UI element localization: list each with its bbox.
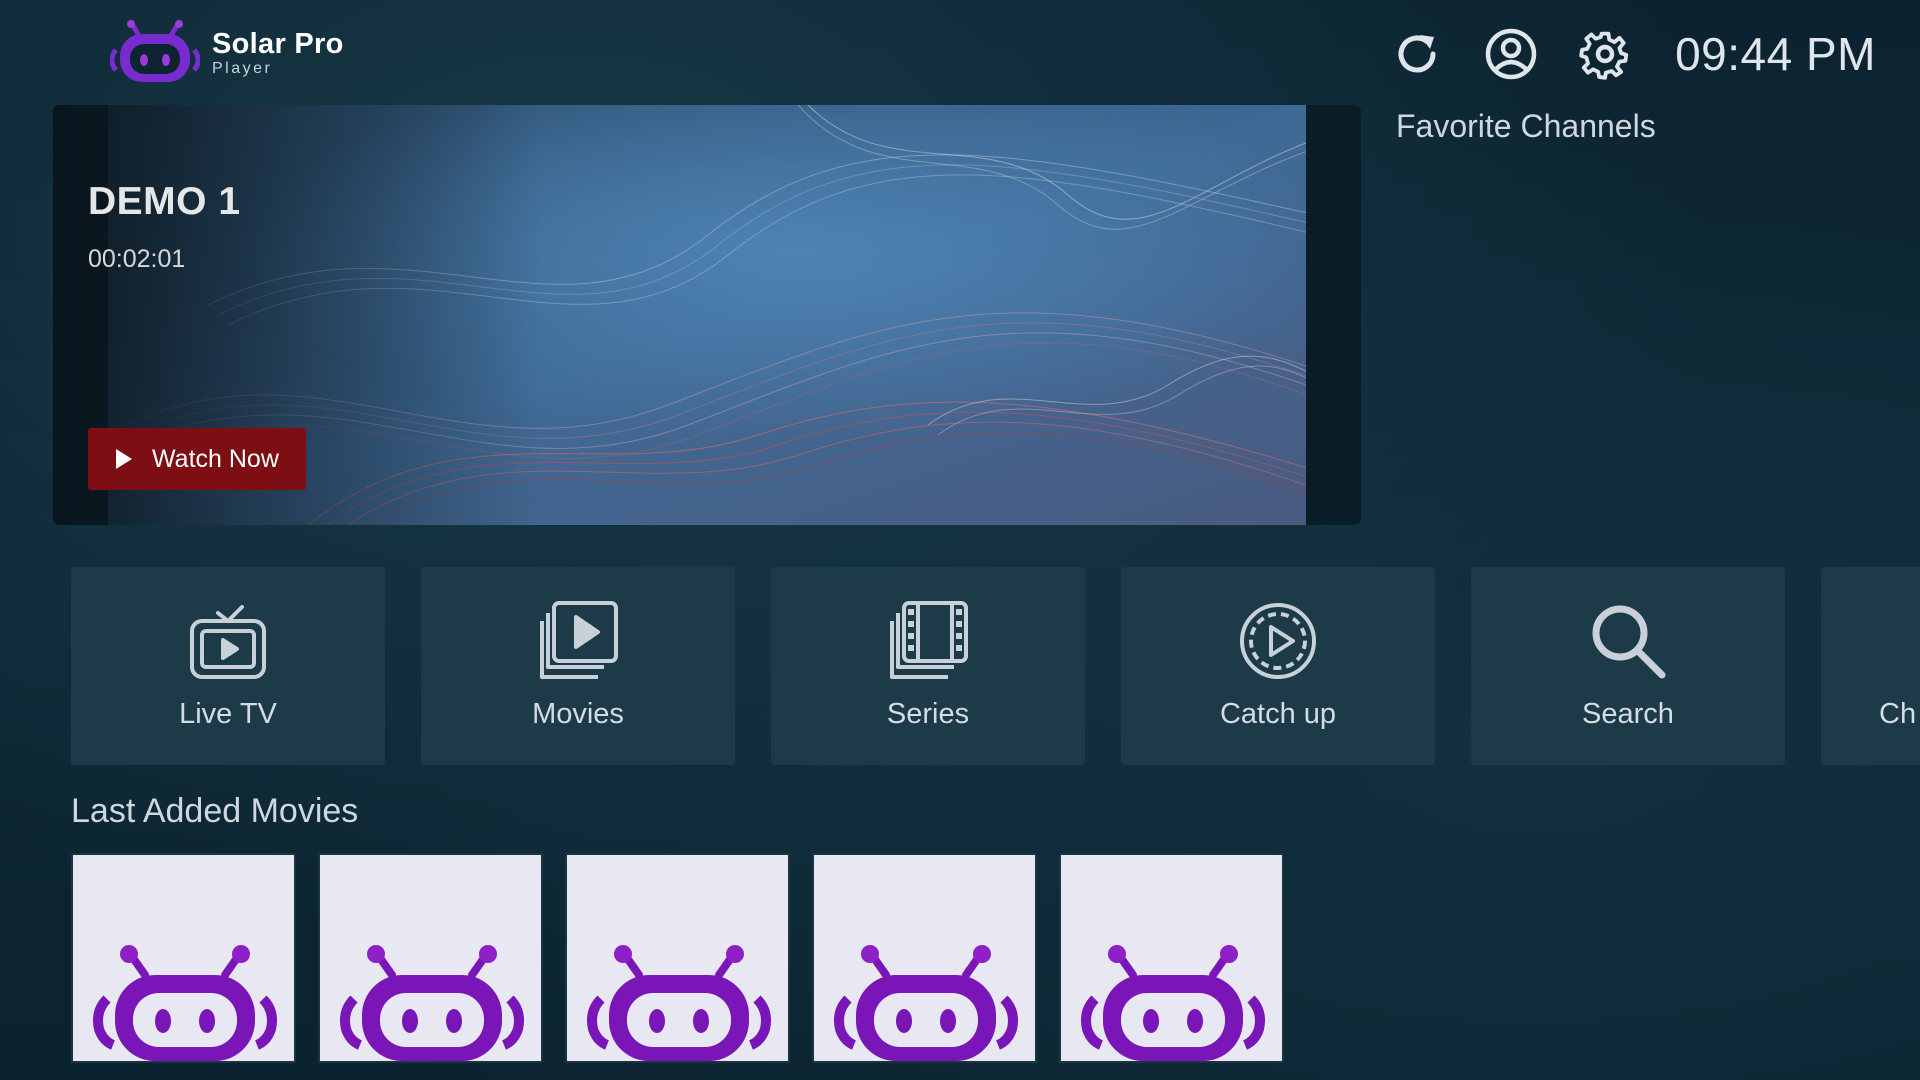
menu-item-label: Live TV — [179, 698, 277, 730]
header-actions: 09:44 PM — [1387, 24, 1876, 84]
play-icon — [116, 449, 132, 469]
watch-now-button[interactable]: Watch Now — [88, 428, 306, 490]
movie-poster[interactable] — [318, 853, 543, 1063]
search-icon — [1592, 605, 1666, 679]
robot-placeholder-icon — [1081, 945, 1265, 1061]
hero-title: DEMO 1 — [88, 180, 241, 223]
app-logo: Solar Pro Player — [110, 20, 344, 86]
menu-item-label: Movies — [532, 698, 624, 730]
hero-time: 00:02:01 — [88, 245, 186, 273]
movie-poster[interactable] — [565, 853, 790, 1063]
account-icon — [1485, 28, 1537, 80]
refresh-icon — [1398, 35, 1436, 73]
robot-placeholder-icon — [340, 945, 524, 1061]
robot-placeholder-icon — [834, 945, 1018, 1061]
menu-item-partial[interactable]: Ch — [1821, 567, 1920, 765]
menu-item-live-tv[interactable]: Live TV — [71, 567, 385, 765]
catch-up-icon — [1240, 603, 1316, 679]
watch-now-label: Watch Now — [152, 444, 279, 473]
menu-item-label: Ch — [1879, 698, 1917, 730]
menu-item-search[interactable]: Search — [1471, 567, 1785, 765]
series-icon — [890, 601, 968, 679]
menu-item-series[interactable]: Series — [771, 567, 1085, 765]
menu-item-label: Catch up — [1219, 698, 1337, 730]
account-button[interactable] — [1481, 24, 1541, 84]
menu-item-catch-up[interactable]: Catch up — [1121, 567, 1435, 765]
movie-poster[interactable] — [812, 853, 1037, 1063]
movie-poster[interactable] — [1059, 853, 1284, 1063]
clock: 09:44 PM — [1675, 28, 1876, 80]
settings-button[interactable] — [1575, 24, 1635, 84]
menu-item-label: Search — [1582, 698, 1674, 730]
refresh-button[interactable] — [1387, 24, 1447, 84]
last-added-movies-title: Last Added Movies — [71, 792, 359, 830]
robot-placeholder-icon — [587, 945, 771, 1061]
hero-edge — [1306, 105, 1361, 525]
menu-item-label: Series — [886, 698, 970, 730]
movie-poster[interactable] — [71, 853, 296, 1063]
movies-icon — [540, 601, 618, 679]
settings-icon — [1579, 31, 1629, 80]
app-subtitle: Player — [212, 59, 273, 77]
app-root: Solar Pro Player 09:44 PM DEMO 1 00:02:0… — [0, 0, 1920, 1080]
featured-hero[interactable]: DEMO 1 00:02:01 Watch Now — [53, 105, 1361, 525]
main-menu: Live TV Movies Series Catch up Search Ch — [71, 567, 1920, 765]
live-tv-icon — [190, 605, 266, 679]
robot-logo-icon — [110, 20, 200, 82]
menu-item-movies[interactable]: Movies — [421, 567, 735, 765]
favorite-channels-title: Favorite Channels — [1396, 108, 1656, 144]
app-title: Solar Pro — [212, 27, 344, 60]
robot-placeholder-icon — [93, 945, 277, 1061]
